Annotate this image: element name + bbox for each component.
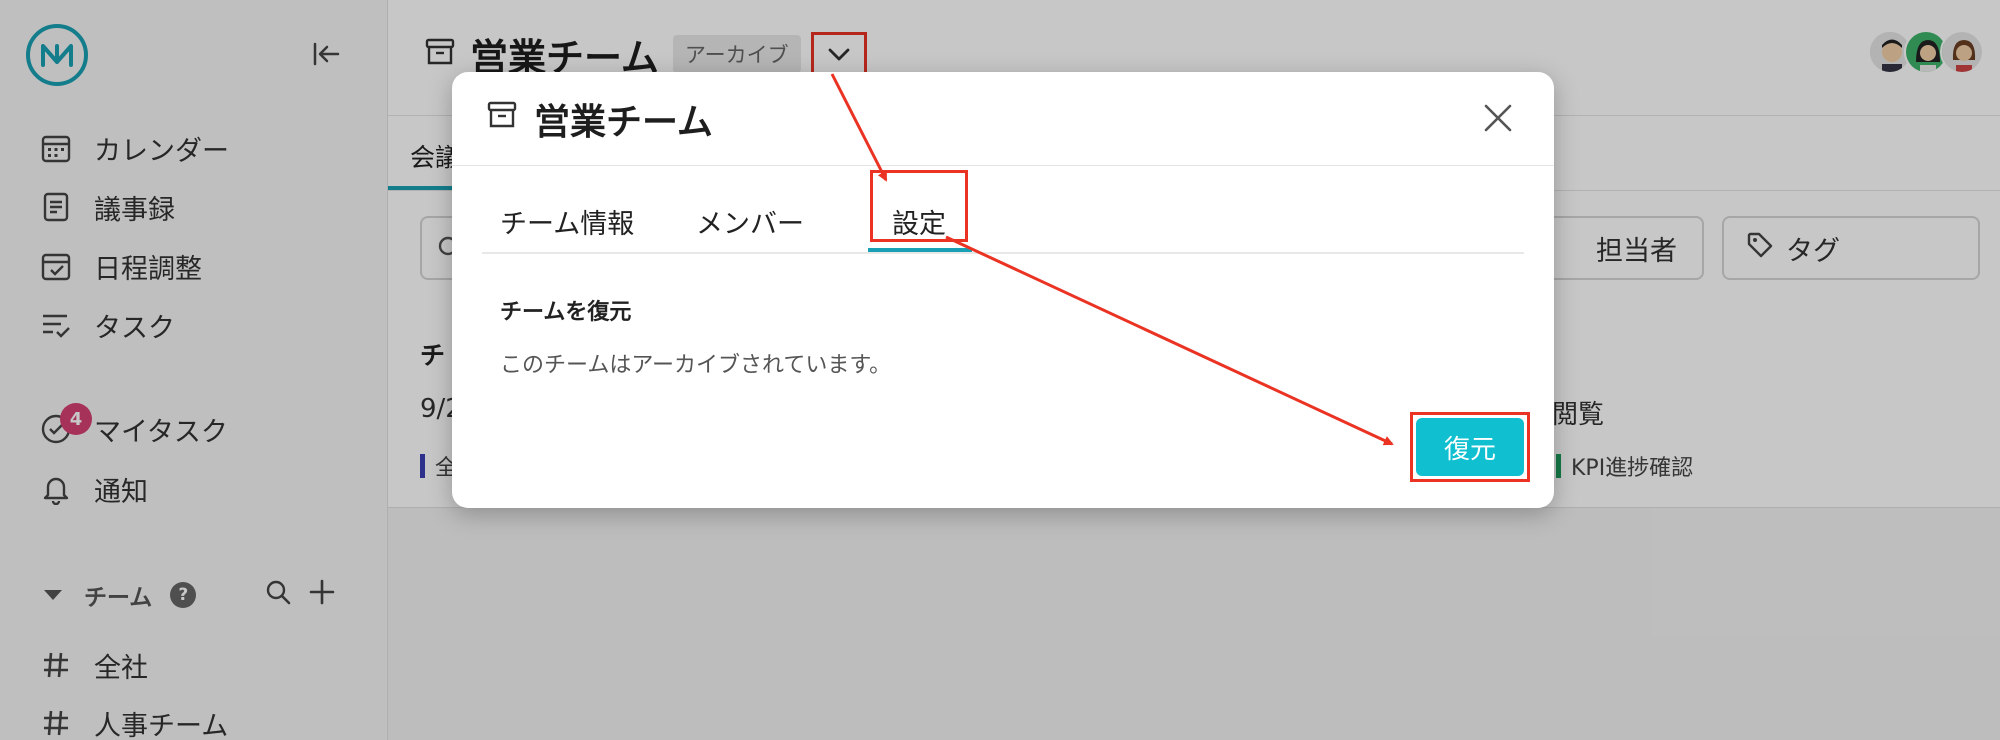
restore-section-title: チームを復元 — [500, 300, 632, 325]
active-tab-indicator — [868, 248, 972, 252]
dialog-header: 営業チーム — [452, 72, 1554, 166]
tab-members[interactable]: メンバー — [696, 202, 804, 241]
close-icon[interactable] — [1478, 98, 1518, 138]
dialog-title: 営業チーム — [534, 102, 713, 143]
tab-team-info[interactable]: チーム情報 — [500, 202, 634, 241]
archive-box-icon — [486, 99, 518, 140]
restore-section-description: このチームはアーカイブされています。 — [500, 353, 892, 378]
dialog-tabs: チーム情報 メンバー 設定 — [482, 170, 1524, 254]
restore-button[interactable]: 復元 — [1416, 418, 1524, 476]
team-settings-dialog: 営業チーム チーム情報 メンバー 設定 チームを復元 このチームはアーカイブされ… — [452, 72, 1554, 508]
settings-tab-highlight — [870, 170, 968, 242]
